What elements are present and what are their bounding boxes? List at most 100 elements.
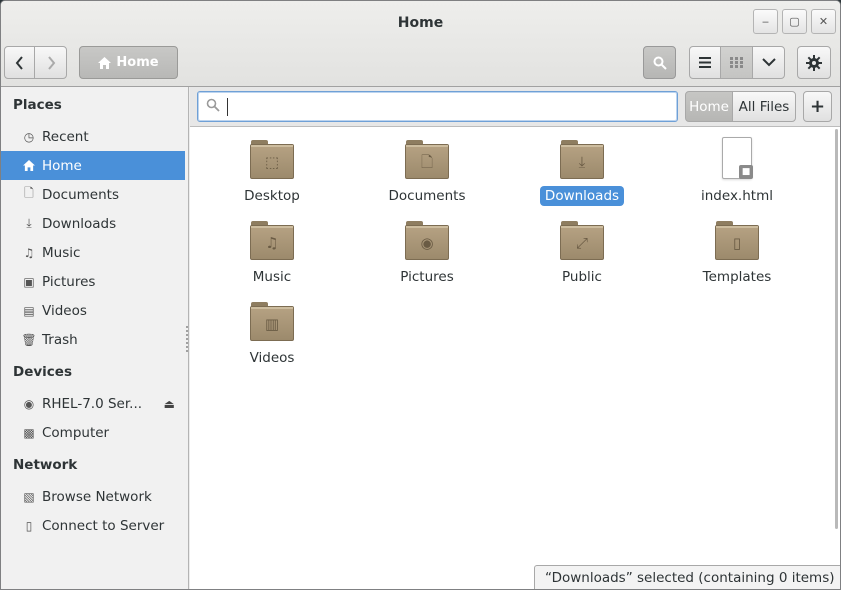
list-view-icon xyxy=(699,57,711,68)
close-button[interactable]: ✕ xyxy=(811,9,836,34)
folder-icon: ⬚ xyxy=(249,137,295,181)
settings-button[interactable] xyxy=(797,46,831,79)
drive-icon: ▩ xyxy=(23,425,35,440)
music-icon: ♫ xyxy=(23,245,35,260)
sidebar-item-label: RHEL-7.0 Ser... xyxy=(42,395,143,412)
trash-icon: 🗑 xyxy=(21,332,37,347)
sidebar-item-connect-to-server[interactable]: ▯ Connect to Server xyxy=(1,511,185,540)
folder-icon: 🗋 xyxy=(404,137,450,181)
sidebar-resize-handle[interactable] xyxy=(186,326,188,352)
header-bar: Home ‒ ▢ ✕ Home xyxy=(1,1,840,87)
sidebar-item-downloads[interactable]: ⤓ Downloads xyxy=(1,209,185,238)
minimize-icon: ‒ xyxy=(762,15,769,28)
download-icon: ⤓ xyxy=(26,216,32,230)
sidebar-item-browse-network[interactable]: ▧ Browse Network xyxy=(1,482,185,511)
desktop-icon: ⬚ xyxy=(264,153,280,171)
eject-icon[interactable]: ⏏ xyxy=(164,397,175,411)
file-manager-window: Home ‒ ▢ ✕ Home Places ◷ Recent Home 🗋 D… xyxy=(0,0,841,590)
file-item-index-html[interactable]: ■ index.html xyxy=(677,137,797,206)
file-name: Documents xyxy=(388,188,466,204)
camera-icon: ◉ xyxy=(420,234,434,252)
sidebar-item-pictures[interactable]: ▣ Pictures xyxy=(1,267,185,296)
search-scope-home-button[interactable]: Home xyxy=(685,91,733,122)
file-icon: ■ xyxy=(714,137,760,181)
film-icon: ▥ xyxy=(264,315,280,333)
sidebar-item-documents[interactable]: 🗋 Documents xyxy=(1,180,185,209)
search-toggle-button[interactable] xyxy=(643,46,676,79)
sidebar-item-label: Documents xyxy=(42,186,119,203)
document-icon: 🗋 xyxy=(24,186,34,200)
vertical-scrollbar[interactable] xyxy=(835,129,838,529)
document-icon: 🗋 xyxy=(420,153,434,171)
forward-button[interactable] xyxy=(34,46,67,79)
sidebar-item-label: Connect to Server xyxy=(42,517,165,534)
sidebar-item-label: Videos xyxy=(42,302,87,319)
grid-view-icon xyxy=(730,57,743,68)
file-item-music[interactable]: ♫ Music xyxy=(212,218,332,287)
sidebar: Places ◷ Recent Home 🗋 Documents ⤓ Downl… xyxy=(1,87,189,589)
lock-icon: ■ xyxy=(739,165,753,179)
file-name: Videos xyxy=(249,350,295,366)
file-item-public[interactable]: ⤢ Public xyxy=(522,218,642,287)
sidebar-item-label: Downloads xyxy=(42,215,117,232)
sidebar-item-music[interactable]: ♫ Music xyxy=(1,238,185,267)
sidebar-item-label: Computer xyxy=(42,424,110,441)
chevron-left-icon xyxy=(15,55,23,70)
network-heading: Network xyxy=(13,457,78,473)
add-search-criteria-button[interactable]: + xyxy=(803,91,832,122)
file-item-videos[interactable]: ▥ Videos xyxy=(212,299,332,368)
file-view: ⬚ Desktop 🗋 Documents ⤓ Downloads ■ inde… xyxy=(190,127,840,589)
places-heading: Places xyxy=(13,97,62,113)
back-button[interactable] xyxy=(4,46,35,79)
search-bar: Home All Files + xyxy=(190,87,840,127)
file-item-templates[interactable]: ▯ Templates xyxy=(677,218,797,287)
sidebar-item-trash[interactable]: 🗑 Trash xyxy=(1,325,185,354)
home-icon xyxy=(22,160,36,171)
sidebar-item-label: Home xyxy=(42,157,82,174)
sidebar-item-rhel-disc[interactable]: ◉ RHEL-7.0 Ser... ⏏ xyxy=(1,389,185,418)
folder-icon: ♫ xyxy=(249,218,295,262)
maximize-button[interactable]: ▢ xyxy=(782,9,807,34)
camera-icon: ▣ xyxy=(23,274,35,289)
file-item-downloads[interactable]: ⤓ Downloads xyxy=(522,137,642,206)
sidebar-item-label: Music xyxy=(42,244,81,261)
music-icon: ♫ xyxy=(265,234,279,252)
file-name: Downloads xyxy=(539,186,625,206)
home-icon xyxy=(98,56,112,69)
window-controls: ‒ ▢ ✕ xyxy=(753,9,836,34)
folder-icon: ⤢ xyxy=(559,218,605,262)
sidebar-item-label: Recent xyxy=(42,128,89,145)
search-scope-all-files-button[interactable]: All Files xyxy=(732,91,796,122)
file-item-documents[interactable]: 🗋 Documents xyxy=(367,137,487,206)
sidebar-item-computer[interactable]: ▩ Computer xyxy=(1,418,185,447)
clock-icon: ◷ xyxy=(23,129,35,144)
maximize-icon: ▢ xyxy=(789,15,800,28)
sidebar-item-home[interactable]: Home xyxy=(1,151,185,180)
sidebar-item-label: Browse Network xyxy=(42,488,152,505)
close-icon: ✕ xyxy=(818,15,829,28)
folder-icon: ⤓ xyxy=(559,137,605,181)
file-name: Templates xyxy=(702,269,772,285)
network-icon: ▧ xyxy=(23,489,35,504)
minimize-button[interactable]: ‒ xyxy=(753,9,778,34)
search-icon xyxy=(206,98,220,112)
video-icon: ▤ xyxy=(23,303,35,318)
grid-view-button[interactable] xyxy=(720,46,753,79)
file-item-pictures[interactable]: ◉ Pictures xyxy=(367,218,487,287)
sidebar-item-label: Trash xyxy=(42,331,78,348)
path-bar-home-button[interactable]: Home xyxy=(79,46,178,79)
search-input[interactable] xyxy=(197,91,678,122)
file-name: Music xyxy=(252,269,292,285)
gear-icon xyxy=(806,54,822,71)
view-options-button[interactable] xyxy=(752,46,785,79)
folder-icon: ▥ xyxy=(249,299,295,343)
disc-icon: ◉ xyxy=(23,396,35,411)
list-view-button[interactable] xyxy=(689,46,721,79)
search-icon xyxy=(653,56,667,70)
chevron-right-icon xyxy=(47,55,55,70)
download-icon: ⤓ xyxy=(578,153,586,171)
file-name: Desktop xyxy=(244,188,300,204)
sidebar-item-recent[interactable]: ◷ Recent xyxy=(1,122,185,151)
file-item-desktop[interactable]: ⬚ Desktop xyxy=(212,137,332,206)
sidebar-item-videos[interactable]: ▤ Videos xyxy=(1,296,185,325)
